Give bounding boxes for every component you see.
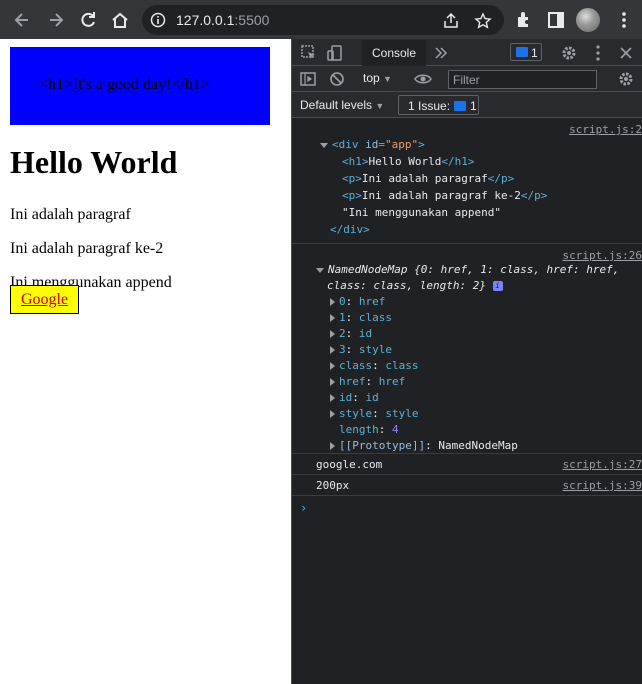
back-button[interactable] <box>10 8 34 32</box>
expand-arrow-icon[interactable] <box>330 314 335 322</box>
prop-row[interactable]: 2: id <box>330 327 372 340</box>
reload-icon <box>81 12 95 27</box>
console-toolbar: top ▼ Filter <box>292 66 642 92</box>
prop-row[interactable]: 1: class <box>330 311 392 324</box>
element-p2[interactable]: <p>Ini adalah paragraf ke-2</p> <box>342 189 547 202</box>
devtools-menu-icon[interactable] <box>589 44 607 62</box>
element-div-open[interactable]: <div id="app"> <box>320 138 425 151</box>
address-bar[interactable]: 127.0.0.1:5500 <box>142 5 504 35</box>
google-link-box: Google <box>10 285 79 314</box>
clear-console-icon[interactable] <box>328 70 346 88</box>
expand-arrow-icon[interactable] <box>320 142 328 148</box>
expand-arrow-icon[interactable] <box>330 378 335 386</box>
source-link[interactable]: script.js:2 <box>569 123 642 136</box>
console-message-google: google.com script.js:27 <box>292 454 642 475</box>
source-link[interactable]: script.js:27 <box>563 458 642 471</box>
page-heading: Hello World <box>10 144 178 180</box>
paragraph-2: Ini adalah paragraf ke-2 <box>10 240 164 257</box>
expand-arrow-icon[interactable] <box>330 362 335 370</box>
context-selector[interactable]: top ▼ <box>363 71 392 85</box>
live-expression-eye-icon[interactable] <box>414 70 432 88</box>
expand-arrow-icon[interactable] <box>330 410 335 418</box>
prop-row[interactable]: class: class <box>330 359 419 372</box>
issues-pill-count: 1 <box>470 99 477 113</box>
more-menu-icon[interactable] <box>616 10 632 30</box>
prop-prototype[interactable]: [[Prototype]]: NamedNodeMap <box>330 439 518 452</box>
dropdown-arrow-icon: ▼ <box>383 74 392 84</box>
expand-arrow-icon[interactable] <box>330 394 335 402</box>
default-levels-dropdown[interactable]: Default levels ▼ <box>300 98 384 112</box>
close-devtools-icon[interactable] <box>617 44 635 62</box>
prop-row[interactable]: href: href <box>330 375 405 388</box>
issue-flag-icon <box>516 47 528 57</box>
info-badge-icon[interactable]: i <box>492 281 503 291</box>
element-text-node[interactable]: "Ini menggunakan append" <box>342 206 501 219</box>
prop-length: length: 4 <box>339 423 399 436</box>
log-text: 200px <box>316 479 350 492</box>
console-message-namednodemap: script.js:26 NamedNodeMap {0: href, 1: c… <box>292 244 642 454</box>
google-link[interactable]: Google <box>21 291 68 309</box>
arrow-right-icon <box>50 13 64 27</box>
blue-box-text: <h1>It's a good day!</h1> <box>39 76 210 93</box>
prop-row[interactable]: style: style <box>330 407 419 420</box>
issues-label: 1 Issue: <box>408 99 451 113</box>
source-link[interactable]: script.js:39 <box>563 479 642 492</box>
namednodemap-summary[interactable]: NamedNodeMap {0: href, 1: class, href: h… <box>316 263 619 276</box>
page-viewport: <h1>It's a good day!</h1> Hello World In… <box>0 39 291 684</box>
console-sidebar-icon[interactable] <box>299 70 317 88</box>
more-tabs-icon[interactable] <box>432 44 450 62</box>
tab-console[interactable]: Console <box>362 40 426 66</box>
expand-arrow-icon[interactable] <box>316 267 324 273</box>
profile-avatar[interactable] <box>576 8 600 32</box>
log-text: google.com <box>316 458 383 471</box>
context-value: top <box>363 71 380 85</box>
issues-counter[interactable]: 1 <box>510 43 542 61</box>
namednodemap-summary-cont: class: class, length: 2} i <box>327 279 503 292</box>
console-levels-bar: Default levels ▼ 1 Issue: 1 <box>292 92 642 118</box>
blue-box: <h1>It's a good day!</h1> <box>10 47 270 125</box>
prop-row[interactable]: 3: style <box>330 343 392 356</box>
expand-arrow-icon[interactable] <box>330 330 335 338</box>
url-text: 127.0.0.1:5500 <box>176 12 270 28</box>
default-levels-label: Default levels <box>300 98 373 112</box>
element-h1[interactable]: <h1>Hello World</h1> <box>342 155 474 168</box>
issues-button[interactable]: 1 Issue: 1 <box>398 95 479 115</box>
expand-arrow-icon[interactable] <box>330 298 335 306</box>
console-message-div: script.js:2 <div id="app"> <h1>Hello Wor… <box>292 118 642 244</box>
issue-pill-flag-icon <box>454 101 466 111</box>
browser-toolbar: 127.0.0.1:5500 <box>0 0 642 39</box>
forward-button[interactable] <box>44 8 68 32</box>
home-button[interactable] <box>108 8 132 32</box>
arrow-left-icon <box>14 13 28 27</box>
element-div-close[interactable]: </div> <box>330 223 370 236</box>
expand-arrow-icon[interactable] <box>330 442 335 450</box>
inspect-element-icon[interactable] <box>300 44 318 62</box>
devtools-tabbar: Console 1 <box>292 39 642 66</box>
device-toolbar-icon[interactable] <box>326 44 344 62</box>
console-message-200px: 200px script.js:39 <box>292 475 642 496</box>
issues-count: 1 <box>531 46 538 60</box>
console-filter-input[interactable]: Filter <box>448 70 597 89</box>
share-icon[interactable] <box>442 12 460 30</box>
console-settings-icon[interactable] <box>617 70 635 88</box>
paragraph-1: Ini adalah paragraf <box>10 206 131 223</box>
element-p1[interactable]: <p>Ini adalah paragraf</p> <box>342 172 514 185</box>
side-panel-icon[interactable] <box>546 10 566 30</box>
reload-button[interactable] <box>76 8 100 32</box>
devtools-panel: Console 1 top ▼ Filter Default levels ▼ … <box>292 39 642 684</box>
prop-row[interactable]: id: id <box>330 391 379 404</box>
expand-arrow-icon[interactable] <box>330 346 335 354</box>
star-icon[interactable] <box>474 12 492 30</box>
console-prompt[interactable]: › <box>300 501 307 515</box>
info-icon[interactable] <box>150 12 166 28</box>
source-link[interactable]: script.js:26 <box>563 249 642 262</box>
home-icon <box>112 12 128 28</box>
levels-arrow-icon: ▼ <box>375 101 385 111</box>
prop-row[interactable]: 0: href <box>330 295 385 308</box>
extensions-icon[interactable] <box>514 10 534 30</box>
settings-gear-icon[interactable] <box>560 44 578 62</box>
